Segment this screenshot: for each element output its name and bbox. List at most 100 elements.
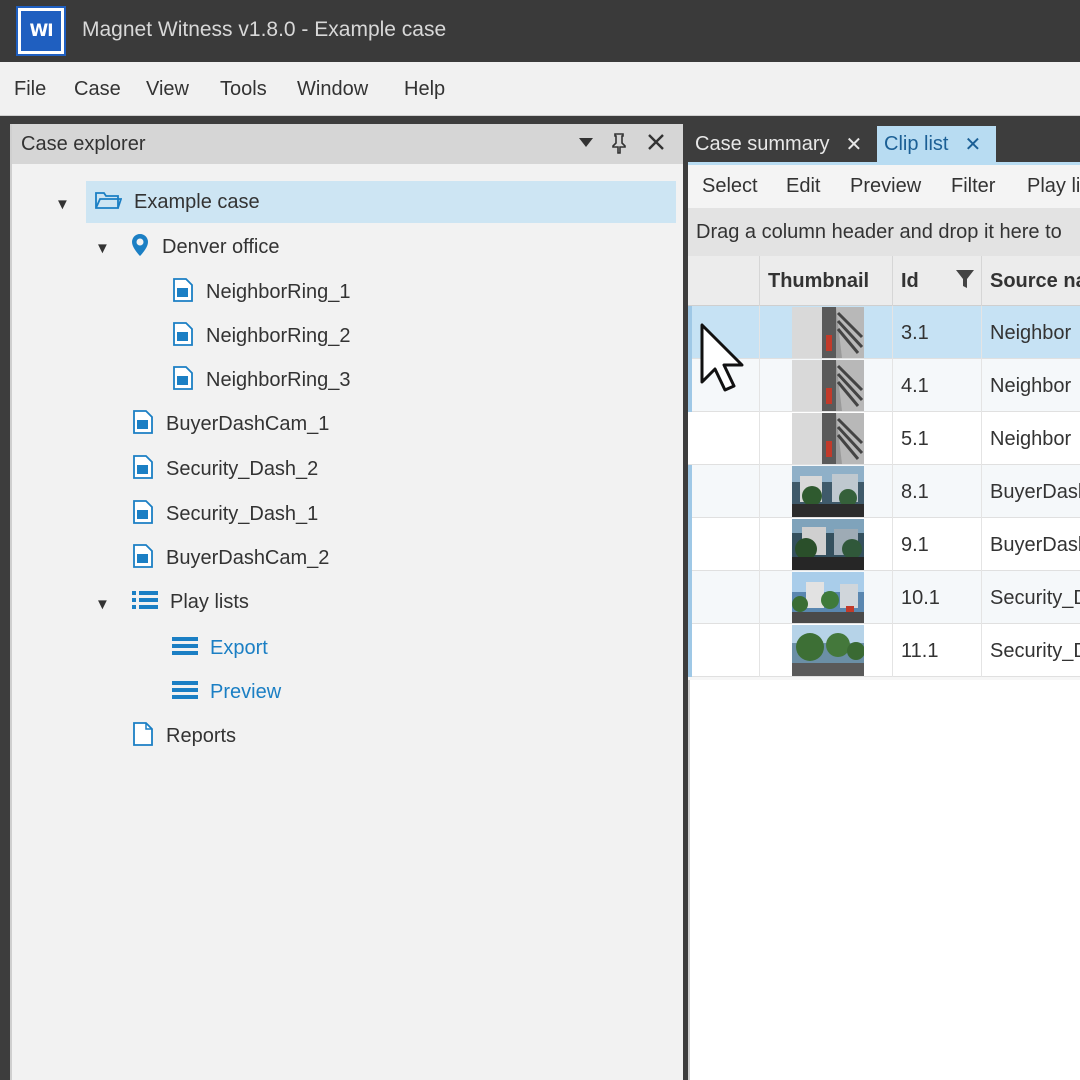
playlist-icon [172, 680, 198, 705]
id-cell: 8.1 [893, 465, 982, 518]
tree-label: Denver office [162, 235, 280, 258]
group-hint-text: Drag a column header and drop it here to [696, 221, 1062, 243]
row-selector[interactable] [688, 571, 760, 624]
dropdown-icon[interactable] [578, 132, 594, 158]
video-file-icon [132, 499, 154, 529]
tree-item-buyerdashcam-2[interactable]: BuyerDashCam_2 [132, 537, 329, 579]
tree-item-security-dash-2[interactable]: Security_Dash_2 [132, 448, 318, 490]
tree-label: NeighborRing_1 [206, 280, 351, 303]
thumbnail-image [792, 625, 864, 676]
table-row[interactable]: 10.1 Security_D [688, 571, 1080, 624]
row-selector[interactable] [688, 624, 760, 677]
location-pin-icon [130, 233, 150, 262]
thumbnail-image [792, 572, 864, 623]
tree-label: Preview [210, 680, 282, 703]
case-tree: ▼ Example case ▼ Denver office NeighborR… [22, 164, 683, 1080]
tree-label: Security_Dash_1 [166, 502, 319, 525]
source-cell: Neighbor [990, 428, 1072, 450]
close-tab-icon[interactable]: ✕ [964, 132, 981, 157]
expand-caret-icon[interactable]: ▼ [95, 240, 110, 257]
tab-label: Case summary [695, 132, 830, 155]
close-icon[interactable] [646, 132, 666, 158]
id-cell: 4.1 [893, 359, 982, 412]
column-header-id[interactable]: Id [893, 256, 982, 306]
table-row[interactable]: 5.1 Neighbor [688, 412, 1080, 465]
case-explorer-panel: Case explorer ▼ Example case ▼ Denver of… [10, 124, 683, 1080]
group-by-bar[interactable]: Drag a column header and drop it here to [688, 208, 1080, 256]
clip-toolbar: Select Edit Preview Filter Play li [688, 162, 1080, 208]
expand-caret-icon[interactable]: ▼ [55, 196, 70, 213]
menu-view[interactable]: View [146, 78, 189, 101]
table-row[interactable]: 11.1 Security_D [688, 624, 1080, 677]
mouse-cursor-icon [698, 322, 750, 399]
tree-label: Reports [166, 724, 237, 747]
tree-item-buyerdashcam-1[interactable]: BuyerDashCam_1 [132, 403, 329, 445]
tree-label: NeighborRing_3 [206, 368, 351, 391]
menu-tools[interactable]: Tools [220, 78, 267, 101]
tab-strip: Case summary ✕ Clip list ✕ [688, 124, 1080, 162]
close-tab-icon[interactable]: ✕ [845, 132, 862, 157]
toolbar-edit[interactable]: Edit [786, 175, 820, 198]
toolbar-play-lists[interactable]: Play li [1027, 175, 1080, 198]
case-explorer-header: Case explorer [12, 124, 683, 164]
toolbar-preview[interactable]: Preview [850, 175, 921, 198]
tree-label: Export [210, 636, 268, 659]
tree-label: BuyerDashCam_1 [166, 412, 330, 435]
tree-label: Example case [134, 190, 260, 213]
row-selector[interactable] [688, 412, 760, 465]
grid-header: Thumbnail Id Source na [688, 256, 1080, 306]
thumbnail-image [792, 413, 864, 464]
playlist-icon [172, 636, 198, 661]
table-row[interactable]: 9.1 BuyerDasl [688, 518, 1080, 571]
pin-icon[interactable] [610, 132, 628, 160]
row-selector-header [688, 256, 760, 306]
id-cell: 11.1 [893, 624, 982, 677]
tab-case-summary[interactable]: Case summary ✕ [688, 126, 874, 162]
tree-item-example-case[interactable]: Example case [86, 181, 676, 223]
toolbar-filter[interactable]: Filter [951, 175, 995, 198]
toolbar-select[interactable]: Select [702, 175, 758, 198]
tree-label: Play lists [170, 590, 249, 613]
table-row[interactable]: 8.1 BuyerDasl [688, 465, 1080, 518]
window-title: Magnet Witness v1.8.0 - Example case [82, 18, 447, 41]
thumbnail-image [792, 360, 864, 411]
tree-label: BuyerDashCam_2 [166, 546, 330, 569]
tree-item-playlist-export[interactable]: Export [172, 627, 268, 669]
menu-case[interactable]: Case [74, 78, 121, 101]
column-header-thumbnail[interactable]: Thumbnail [760, 256, 893, 306]
video-file-icon [172, 365, 194, 395]
menu-window[interactable]: Window [297, 78, 368, 101]
dock-gap [0, 116, 1080, 124]
row-selector[interactable] [688, 465, 760, 518]
expand-caret-icon[interactable]: ▼ [95, 596, 110, 613]
column-header-source-name[interactable]: Source na [982, 256, 1080, 306]
folder-icon [94, 189, 123, 216]
source-cell: Security_D [990, 640, 1080, 662]
video-file-icon [132, 454, 154, 484]
tree-label: NeighborRing_2 [206, 324, 351, 347]
tab-clip-list[interactable]: Clip list ✕ [877, 126, 996, 162]
tab-label: Clip list [884, 132, 949, 155]
menu-file[interactable]: File [14, 78, 46, 101]
thumbnail-image [792, 307, 864, 358]
tree-item-denver-office[interactable]: Denver office [130, 226, 279, 268]
id-cell: 5.1 [893, 412, 982, 465]
menu-bar: File Case View Tools Window Help [0, 62, 1080, 116]
title-bar: WI Magnet Witness v1.8.0 - Example case [0, 0, 1080, 62]
tree-item-play-lists[interactable]: Play lists [132, 581, 249, 623]
app-logo: WI [16, 6, 66, 56]
row-selector[interactable] [688, 518, 760, 571]
source-cell: Neighbor [990, 375, 1072, 397]
list-icon [132, 589, 158, 616]
tree-item-neighborring-3[interactable]: NeighborRing_3 [172, 359, 351, 401]
id-cell: 3.1 [893, 306, 982, 359]
filter-icon[interactable] [955, 268, 975, 296]
tree-item-reports[interactable]: Reports [132, 715, 236, 757]
source-cell: Neighbor [990, 322, 1072, 344]
tree-item-neighborring-1[interactable]: NeighborRing_1 [172, 271, 351, 313]
tree-item-playlist-preview[interactable]: Preview [172, 671, 281, 713]
menu-help[interactable]: Help [404, 78, 445, 101]
tree-item-neighborring-2[interactable]: NeighborRing_2 [172, 315, 351, 357]
tree-item-security-dash-1[interactable]: Security_Dash_1 [132, 493, 318, 535]
document-icon [132, 721, 154, 751]
